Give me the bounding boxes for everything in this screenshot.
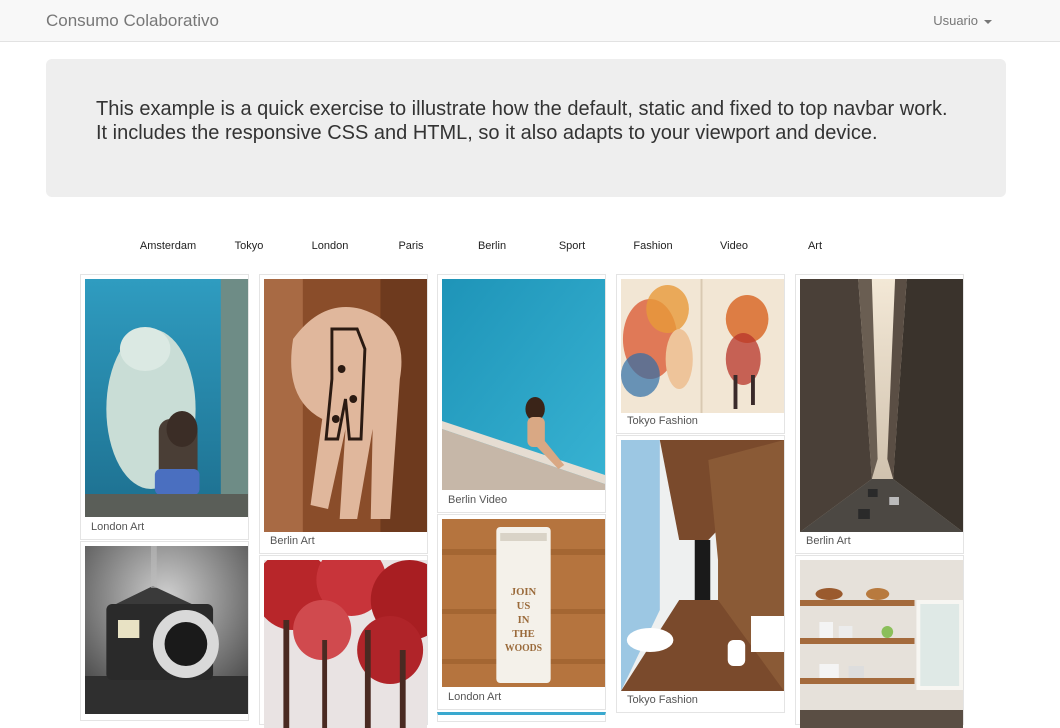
- photo-card[interactable]: JOIN US IN THE WOODS London Art: [437, 514, 606, 710]
- filter-art[interactable]: Art: [775, 240, 855, 252]
- photo-card[interactable]: [795, 555, 964, 728]
- filter-amsterdam[interactable]: Amsterdam: [128, 240, 208, 252]
- invitation-text-5: WOODS: [505, 643, 543, 654]
- photo-caption: Berlin Art: [270, 535, 315, 547]
- filter-sport[interactable]: Sport: [532, 240, 612, 252]
- photo-card[interactable]: Berlin Video: [437, 274, 606, 513]
- navbar: Consumo Colaborativo Usuario: [0, 0, 1060, 42]
- invitation-text-4: THE: [512, 628, 535, 640]
- photo-image: JOIN US IN THE WOODS: [442, 519, 605, 687]
- filter-london[interactable]: London: [290, 240, 370, 252]
- photo-image: [442, 279, 605, 490]
- photo-card[interactable]: Berlin Art: [259, 274, 428, 554]
- photo-image: [621, 279, 784, 413]
- filter-paris[interactable]: Paris: [371, 240, 451, 252]
- filter-tokyo[interactable]: Tokyo: [209, 240, 289, 252]
- photo-card[interactable]: [80, 541, 249, 721]
- caret-down-icon: [984, 19, 992, 24]
- filter-berlin[interactable]: Berlin: [452, 240, 532, 252]
- photo-caption: London Art: [448, 691, 502, 703]
- photo-card[interactable]: [437, 712, 606, 722]
- photo-card[interactable]: [259, 555, 428, 728]
- photo-caption: Berlin Video: [448, 494, 508, 506]
- photo-card[interactable]: London Art: [80, 274, 249, 540]
- photo-caption: London Art: [91, 521, 145, 533]
- photo-image: [800, 560, 963, 728]
- jumbotron: This example is a quick exercise to illu…: [46, 59, 1006, 197]
- jumbotron-text: This example is a quick exercise to illu…: [96, 98, 948, 144]
- photo-card[interactable]: Tokyo Fashion: [616, 274, 785, 434]
- invitation-text-1: JOIN: [511, 586, 537, 598]
- photo-caption: Berlin Art: [806, 535, 851, 547]
- invitation-text-2: US: [517, 600, 531, 612]
- photo-caption: Tokyo Fashion: [627, 694, 698, 706]
- photo-image: [264, 560, 427, 728]
- photo-image: [85, 279, 248, 517]
- photo-image: [621, 440, 784, 691]
- filter-video[interactable]: Video: [694, 240, 774, 252]
- user-dropdown[interactable]: Usuario: [933, 13, 992, 28]
- filter-fashion[interactable]: Fashion: [613, 240, 693, 252]
- photo-card[interactable]: Berlin Art: [795, 274, 964, 554]
- user-dropdown-label: Usuario: [933, 13, 978, 28]
- invitation-text-3: IN: [518, 614, 530, 626]
- photo-caption: Tokyo Fashion: [627, 415, 698, 427]
- photo-image: [264, 279, 427, 532]
- photo-image: [800, 279, 963, 532]
- brand-link[interactable]: Consumo Colaborativo: [46, 11, 219, 31]
- photo-card[interactable]: Tokyo Fashion: [616, 435, 785, 713]
- photo-image: [85, 546, 248, 714]
